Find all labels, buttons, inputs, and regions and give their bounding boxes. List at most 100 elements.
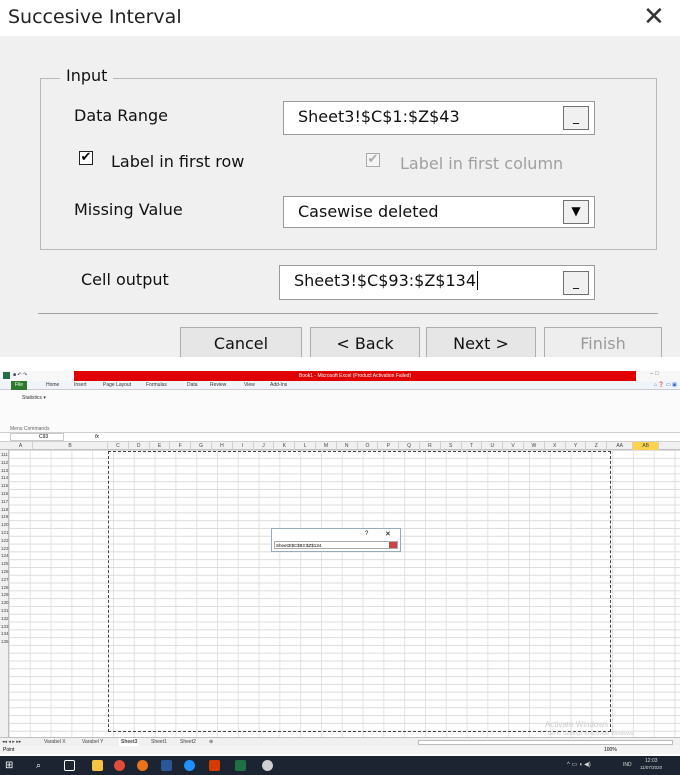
- row-header[interactable]: 115: [0, 482, 9, 490]
- column-header[interactable]: I: [233, 442, 254, 450]
- row-header[interactable]: 126: [0, 568, 9, 576]
- close-icon[interactable]: ✕: [643, 2, 665, 32]
- column-header[interactable]: C: [108, 442, 129, 450]
- column-header[interactable]: Y: [566, 442, 587, 450]
- column-header[interactable]: Z: [586, 442, 608, 450]
- column-header[interactable]: R: [420, 442, 441, 450]
- label-first-row-checkbox[interactable]: ✔: [79, 151, 93, 165]
- label-first-column-checkbox[interactable]: ✔: [366, 153, 380, 167]
- firefox-icon[interactable]: [137, 760, 148, 771]
- data-range-picker-button[interactable]: _: [563, 106, 589, 130]
- help-icon[interactable]: ⌂ ❓ ▭ ▣: [654, 381, 677, 390]
- column-header[interactable]: N: [337, 442, 358, 450]
- row-header[interactable]: 118: [0, 506, 9, 514]
- range-picker-input[interactable]: Sheet3!$C$93:$Z$134: [274, 541, 398, 549]
- column-header[interactable]: G: [191, 442, 212, 450]
- next-button[interactable]: Next >: [426, 327, 536, 361]
- settings-icon[interactable]: [262, 760, 273, 771]
- row-header[interactable]: 120: [0, 521, 9, 529]
- column-header[interactable]: Q: [399, 442, 420, 450]
- word-icon[interactable]: [161, 760, 172, 771]
- column-header[interactable]: W: [524, 442, 545, 450]
- windows-start-icon[interactable]: ⊞: [5, 760, 13, 771]
- column-header[interactable]: V: [503, 442, 524, 450]
- zoom-level[interactable]: 100%: [604, 746, 617, 754]
- excel-taskbar-icon[interactable]: [235, 760, 246, 771]
- help-icon[interactable]: ?: [365, 531, 368, 537]
- tab-formulas[interactable]: Formulas: [146, 381, 167, 390]
- tab-home[interactable]: Home: [46, 381, 59, 390]
- row-header[interactable]: 122: [0, 537, 9, 545]
- finish-button[interactable]: Finish: [544, 327, 662, 361]
- range-picker-expand-icon[interactable]: [389, 542, 397, 548]
- row-header[interactable]: 133: [0, 623, 9, 631]
- column-header[interactable]: U: [482, 442, 504, 450]
- chevron-down-icon[interactable]: ▼: [563, 200, 589, 224]
- tab-file[interactable]: File: [11, 381, 28, 390]
- powerpoint-icon[interactable]: [209, 760, 220, 771]
- row-header[interactable]: 124: [0, 552, 9, 560]
- column-header[interactable]: L: [295, 442, 316, 450]
- row-header[interactable]: 111: [0, 451, 9, 459]
- row-header[interactable]: 117: [0, 498, 9, 506]
- search-icon[interactable]: ⌕: [36, 760, 41, 771]
- row-header[interactable]: 114: [0, 474, 9, 482]
- column-header[interactable]: T: [462, 442, 483, 450]
- row-header[interactable]: 129: [0, 591, 9, 599]
- save-icon[interactable]: ■ ↶ ↷: [13, 372, 27, 378]
- row-header[interactable]: 135: [0, 638, 9, 646]
- tray-date[interactable]: 11/07/2020: [640, 765, 662, 770]
- column-header[interactable]: O: [358, 442, 379, 450]
- data-range-field[interactable]: Sheet3!$C$1:$Z$43: [283, 101, 595, 135]
- row-header[interactable]: 112: [0, 459, 9, 467]
- back-button[interactable]: < Back: [310, 327, 420, 361]
- column-header[interactable]: A: [9, 442, 33, 450]
- row-header[interactable]: 132: [0, 615, 9, 623]
- tab-add-ins[interactable]: Add-Ins: [270, 381, 287, 390]
- tab-page-layout[interactable]: Page Layout: [103, 381, 131, 390]
- column-header[interactable]: H: [212, 442, 233, 450]
- task-view-icon[interactable]: [64, 760, 75, 771]
- file-explorer-icon[interactable]: [92, 760, 103, 771]
- edge-icon[interactable]: [184, 760, 195, 771]
- cell-output-field[interactable]: Sheet3!$C$93:$Z$134: [279, 265, 595, 300]
- column-header[interactable]: X: [545, 442, 566, 450]
- column-header[interactable]: D: [129, 442, 150, 450]
- row-header[interactable]: 127: [0, 576, 9, 584]
- row-header[interactable]: 113: [0, 467, 9, 475]
- column-header[interactable]: P: [378, 442, 400, 450]
- name-box[interactable]: C93: [10, 433, 64, 441]
- tab-data[interactable]: Data: [187, 381, 198, 390]
- column-header[interactable]: J: [254, 442, 275, 450]
- missing-value-select[interactable]: Casewise deleted: [283, 196, 595, 228]
- close-icon[interactable]: ✕: [385, 530, 391, 538]
- tab-view[interactable]: View: [244, 381, 255, 390]
- column-header[interactable]: AB: [633, 442, 660, 450]
- row-header[interactable]: 121: [0, 529, 9, 537]
- horizontal-scrollbar[interactable]: [418, 740, 673, 745]
- column-header[interactable]: E: [150, 442, 171, 450]
- column-header[interactable]: AA: [607, 442, 634, 450]
- column-header[interactable]: M: [316, 442, 337, 450]
- column-header[interactable]: K: [274, 442, 296, 450]
- column-header[interactable]: B: [33, 442, 108, 450]
- cell-output-picker-button[interactable]: _: [563, 271, 589, 295]
- row-header[interactable]: 123: [0, 545, 9, 553]
- row-header[interactable]: 134: [0, 630, 9, 638]
- cancel-button[interactable]: Cancel: [180, 327, 302, 361]
- row-header[interactable]: 116: [0, 490, 9, 498]
- tray-icons[interactable]: ^ ▭ ◖ ◀): [567, 761, 591, 768]
- column-header[interactable]: S: [441, 442, 462, 450]
- tray-time[interactable]: 12:03: [645, 758, 658, 764]
- window-controls-icon[interactable]: – □: [650, 371, 659, 377]
- row-header[interactable]: 130: [0, 599, 9, 607]
- row-header[interactable]: 131: [0, 607, 9, 615]
- column-header[interactable]: F: [170, 442, 192, 450]
- row-header[interactable]: 125: [0, 560, 9, 568]
- row-header[interactable]: 128: [0, 584, 9, 592]
- statistics-menu[interactable]: Statistics ▾: [22, 395, 46, 401]
- chrome-icon[interactable]: [114, 760, 125, 771]
- tab-review[interactable]: Review: [210, 381, 226, 390]
- row-header[interactable]: 119: [0, 513, 9, 521]
- tab-insert[interactable]: Insert: [74, 381, 87, 390]
